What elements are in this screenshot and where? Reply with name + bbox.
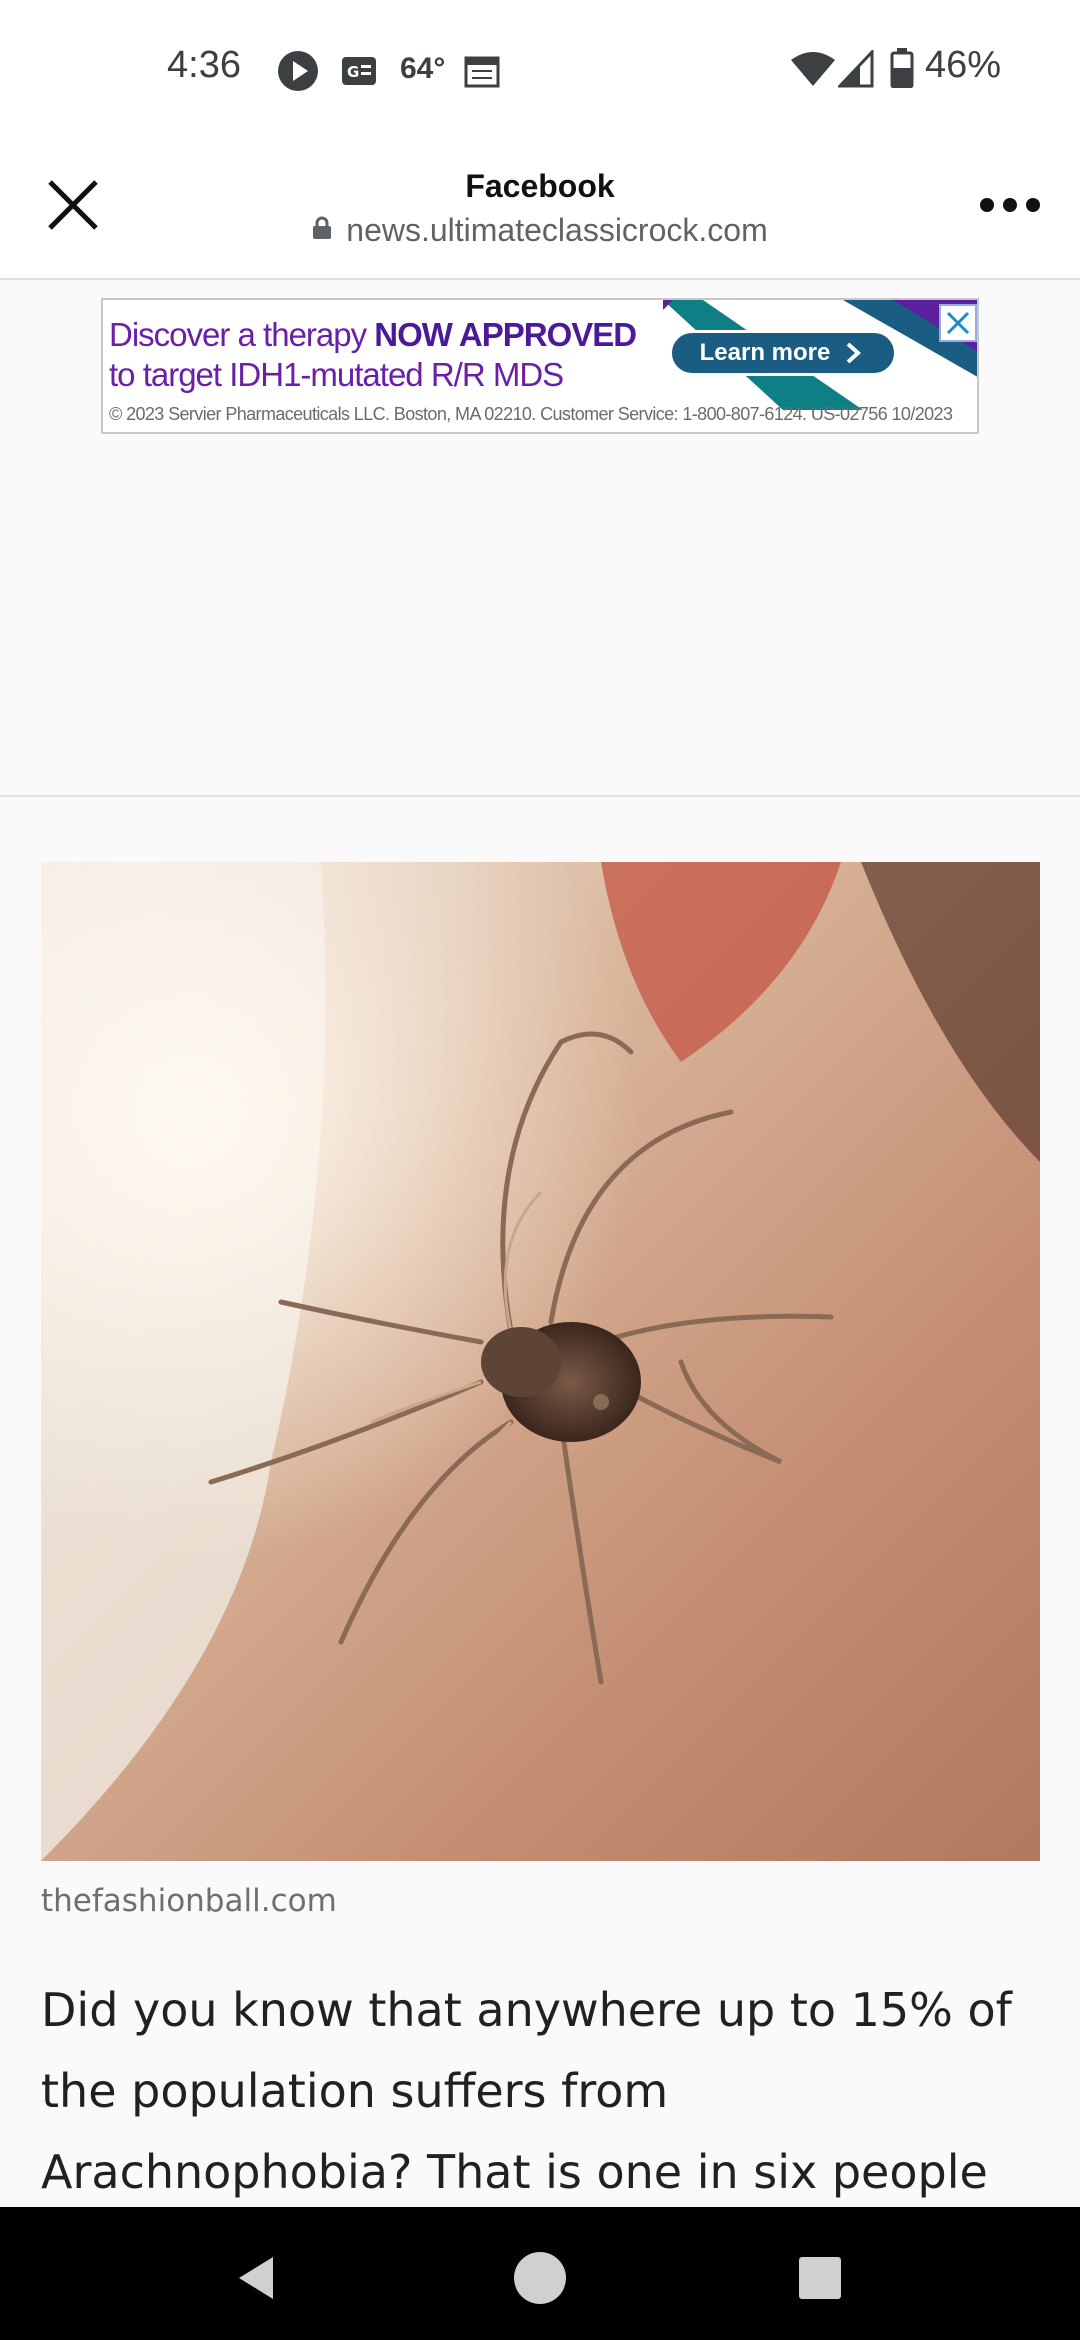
battery-percent: 46% (925, 44, 1002, 86)
ad-headline-text: Discover a therapy (109, 316, 375, 353)
svg-text:G: G (347, 63, 359, 81)
article-body-text: Did you know that anywhere up to 15% of … (41, 1983, 1012, 2199)
status-bar: 4:36 G 64° 46% (0, 0, 1080, 140)
url-bar[interactable]: news.ultimateclassicrock.com (0, 212, 1080, 249)
home-icon (514, 2252, 566, 2304)
status-time: 4:36 (167, 44, 241, 86)
url-text: news.ultimateclassicrock.com (346, 212, 768, 248)
wifi-icon (790, 52, 836, 92)
learn-more-label: Learn more (699, 339, 831, 366)
back-icon (239, 2257, 273, 2299)
more-options-button[interactable] (970, 180, 1050, 230)
browser-header: Facebook news.ultimateclassicrock.com (0, 140, 1080, 280)
recents-icon (799, 2257, 841, 2299)
page-title: Facebook (465, 168, 615, 204)
image-credit: thefashionball.com (41, 1883, 337, 1919)
calendar-icon (464, 54, 500, 92)
ad-headline: Discover a therapy NOW APPROVED (109, 316, 637, 354)
spider-earring-photo (41, 862, 1040, 1861)
news-icon: G (341, 56, 377, 90)
back-button[interactable] (225, 2243, 295, 2313)
status-temperature: 64° (400, 52, 446, 85)
close-icon (946, 311, 970, 335)
home-button[interactable] (505, 2243, 575, 2313)
ad-headline-bold: NOW APPROVED (374, 316, 637, 353)
lock-icon (312, 211, 332, 248)
ad-legal-text: © 2023 Servier Pharmaceuticals LLC. Bost… (109, 404, 953, 424)
section-divider (0, 795, 1080, 797)
recents-button[interactable] (785, 2243, 855, 2313)
ad-subheadline: to target IDH1-mutated R/R MDS (109, 356, 564, 393)
chevron-right-icon (847, 342, 862, 364)
signal-icon (836, 48, 874, 92)
learn-more-button[interactable]: Learn more (669, 330, 897, 376)
article-image[interactable] (41, 862, 1040, 1861)
play-icon (277, 50, 319, 96)
system-nav-bar (0, 2207, 1080, 2340)
more-icon (980, 198, 1040, 212)
battery-icon (890, 48, 914, 92)
ad-close-button[interactable] (939, 304, 977, 342)
ad-banner[interactable]: Discover a therapy NOW APPROVED to targe… (101, 298, 979, 434)
